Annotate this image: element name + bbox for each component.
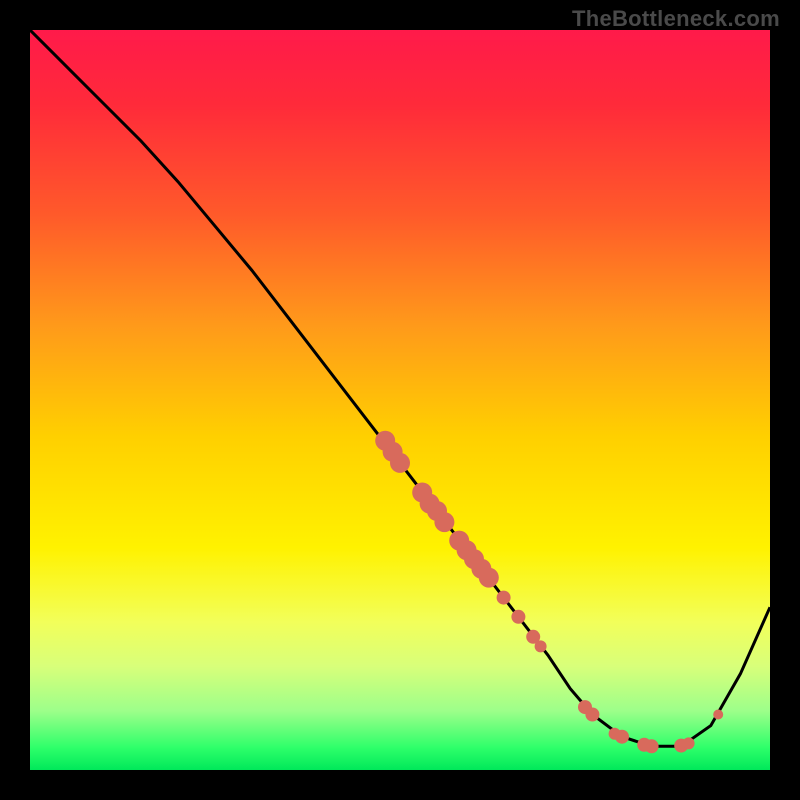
scatter-points <box>375 431 723 754</box>
data-point <box>390 453 410 473</box>
data-point <box>511 610 525 624</box>
data-point <box>479 568 499 588</box>
curve-line <box>30 30 770 746</box>
data-point <box>645 739 659 753</box>
data-point <box>497 591 511 605</box>
data-point <box>683 737 695 749</box>
data-point <box>585 708 599 722</box>
data-point <box>434 512 454 532</box>
data-point <box>713 710 723 720</box>
chart-svg <box>30 30 770 770</box>
data-point <box>615 730 629 744</box>
watermark-text: TheBottleneck.com <box>572 6 780 32</box>
data-point <box>535 640 547 652</box>
plot-area <box>30 30 770 770</box>
chart-container: TheBottleneck.com <box>0 0 800 800</box>
